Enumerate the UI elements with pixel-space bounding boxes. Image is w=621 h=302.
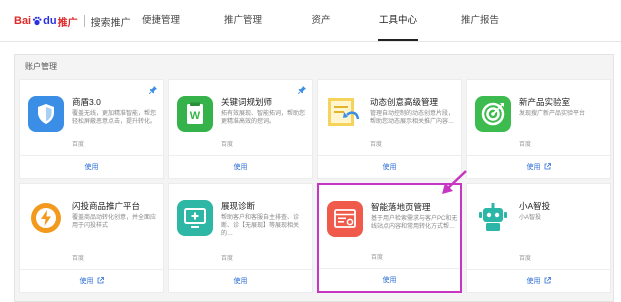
use-button-label: 使用 [79, 278, 94, 285]
paw-icon [33, 16, 42, 26]
card-divider [318, 155, 461, 156]
external-link-icon [97, 277, 104, 284]
card-title: 智能落地页管理 [371, 202, 431, 212]
top-navigation-bar: Bai du 推广 搜索推广 便捷管理 推广管理 资产 工具中心 推广报告 [0, 0, 621, 42]
use-button-label: 使用 [526, 278, 541, 285]
card-description: 发现搜广新产品实验平台 [519, 111, 586, 117]
card-vendor: 百度 [221, 142, 234, 148]
nav-item-promotion-management[interactable]: 推广管理 [222, 0, 264, 42]
nav-item-promotion-report[interactable]: 推广报告 [460, 0, 500, 42]
card-description: 小A智投 [519, 215, 542, 221]
card-description: 帮助客户和客服自主排查、诊断、诊【无展现】等展现相关的… [221, 215, 300, 237]
card-divider [169, 269, 312, 270]
tool-card-display-diagnosis[interactable]: 展现诊断 帮助客户和客服自主排查、诊断、诊【无展现】等展现相关的… 百度 使用 [168, 183, 313, 293]
tool-card-new-product-lab[interactable]: 新产品实验室 发现搜广新产品实验平台 百度 使用 [466, 79, 611, 179]
card-divider [20, 269, 163, 270]
annotation-arrow-icon [442, 170, 467, 194]
card-title: 展现诊断 [221, 201, 256, 211]
flash-icon [28, 200, 64, 236]
main-nav: 便捷管理 推广管理 资产 工具中心 推广报告 [140, 0, 500, 42]
tool-card-flash-product-platform[interactable]: 闪投商品推广平台 覆盖商品动转化创意，并全面应用于闪投样式 百度 使用 [19, 183, 164, 293]
card-title: 闪投商品推广平台 [72, 201, 141, 211]
card-vendor: 百度 [72, 142, 85, 148]
nav-item-tool-center[interactable]: 工具中心 [378, 0, 418, 42]
logo-subtitle: 搜索推广 [90, 17, 131, 29]
card-divider [169, 155, 312, 156]
svg-text:W: W [190, 110, 201, 122]
use-button-label: 使用 [382, 164, 397, 171]
use-button-label: 使用 [233, 164, 248, 171]
tool-card-keyword-planner[interactable]: W 关键词规划师 拓有效展现、智能拓词，帮助您更精准高效的挖词。 百度 使用 [168, 79, 313, 179]
pin-icon[interactable] [298, 86, 306, 94]
baidu-logo[interactable]: Bai du 推广 搜索推广 [14, 13, 131, 29]
nav-item-assets[interactable]: 资产 [310, 0, 332, 42]
use-button-label: 使用 [84, 164, 99, 171]
section-title: 账户管理 [25, 62, 57, 71]
use-button[interactable]: 使用 [319, 275, 460, 285]
tool-card-smart-landing-page[interactable]: 智能落地页管理 基于用户检索需求与客户PC和无线站点内容和常用转化方式帮… 百度… [317, 183, 462, 293]
use-button[interactable]: 使用 [467, 276, 610, 286]
card-title: 关键词规划师 [221, 97, 273, 107]
card-description: 拓有效展现、智能拓词，帮助您更精准高效的挖词。 [221, 111, 306, 125]
tool-card-shangdun[interactable]: 商盾3.0 覆盖无线，更加精准智能，帮您轻松屏蔽恶意点击，提升转化。 百度 使用 [19, 79, 164, 179]
logo-tuiguang-text: 推广 [57, 17, 78, 29]
logo-du-text: du [43, 15, 57, 27]
creative-image-icon [326, 96, 362, 132]
document-w-icon: W [177, 96, 213, 132]
card-vendor: 百度 [221, 256, 234, 262]
card-vendor: 百度 [519, 256, 532, 262]
card-description: 覆盖商品动转化创意，并全面应用于闪投样式 [72, 215, 157, 229]
card-vendor: 百度 [519, 142, 532, 148]
card-title: 商盾3.0 [72, 97, 101, 107]
tool-card-grid: 商盾3.0 覆盖无线，更加精准智能，帮您轻松屏蔽恶意点击，提升转化。 百度 使用… [19, 79, 611, 293]
monitor-plus-icon [177, 200, 213, 236]
card-title: 新产品实验室 [519, 97, 571, 107]
card-vendor: 百度 [370, 142, 383, 148]
use-button[interactable]: 使用 [169, 276, 312, 286]
card-description: 覆盖无线，更加精准智能，帮您轻松屏蔽恶意点击，提升转化。 [72, 111, 157, 125]
use-button[interactable]: 使用 [467, 162, 610, 172]
card-divider [20, 155, 163, 156]
external-link-icon [544, 277, 551, 284]
card-divider [467, 269, 610, 270]
card-description: 管理自动控制的动态创意片段，帮助您动态展示相关推广内容… [370, 111, 455, 125]
pin-icon[interactable] [149, 86, 157, 94]
use-button-label: 使用 [233, 278, 248, 285]
external-link-icon [544, 163, 551, 170]
use-button-label: 使用 [382, 277, 397, 284]
use-button[interactable]: 使用 [20, 276, 163, 286]
use-button[interactable]: 使用 [20, 162, 163, 172]
card-divider [319, 268, 460, 269]
logo-bai-text: Bai [14, 15, 32, 27]
target-icon [475, 96, 511, 132]
nav-item-convenient-management[interactable]: 便捷管理 [140, 0, 182, 42]
card-vendor: 百度 [72, 256, 85, 262]
tool-card-xiao-a-smart-investment[interactable]: 小A智投 小A智投 百度 使用 [466, 183, 611, 293]
card-title: 小A智投 [519, 201, 551, 211]
card-description: 基于用户检索需求与客户PC和无线站点内容和常用转化方式帮… [371, 216, 458, 230]
account-management-section: 账户管理 商盾3.0 覆盖无线，更加精准智能，帮您轻松屏蔽恶意点击，提升转化。 … [14, 54, 614, 302]
logo-separator [83, 15, 85, 27]
tool-card-dynamic-creative[interactable]: 动态创意高级管理 管理自动控制的动态创意片段，帮助您动态展示相关推广内容… 百度… [317, 79, 462, 179]
robot-icon [475, 200, 511, 236]
shield-icon [28, 96, 64, 132]
card-divider [467, 155, 610, 156]
card-vendor: 百度 [371, 255, 384, 261]
use-button[interactable]: 使用 [169, 162, 312, 172]
card-title: 动态创意高级管理 [370, 97, 439, 107]
use-button-label: 使用 [526, 164, 541, 171]
landing-page-icon [327, 201, 363, 237]
